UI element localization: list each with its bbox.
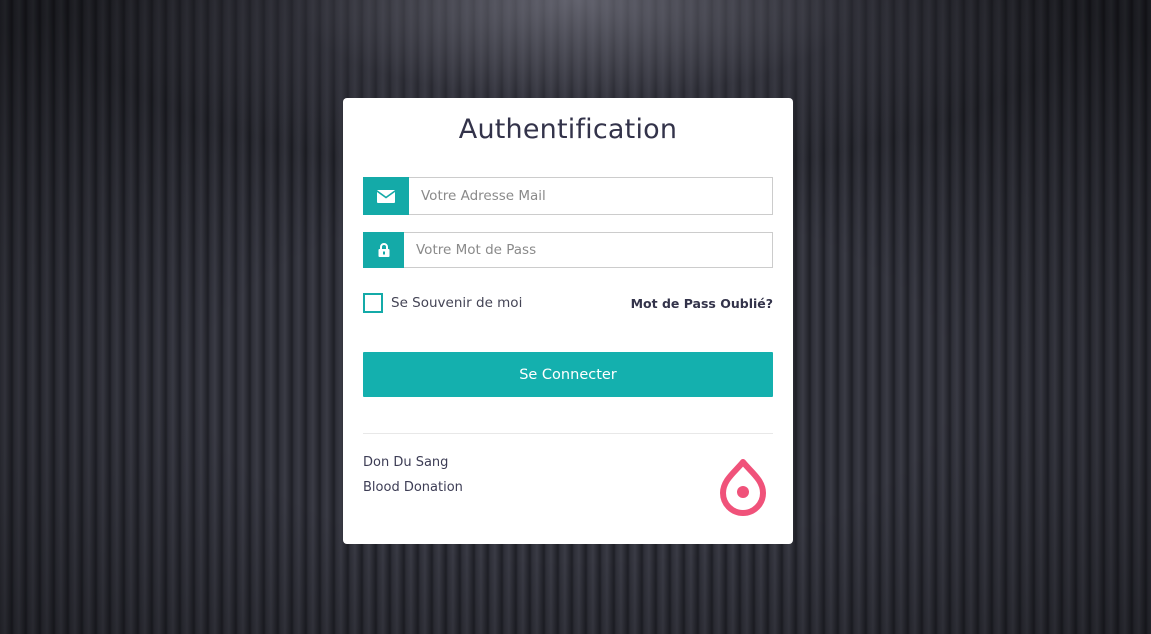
remember-me-checkbox[interactable]	[363, 293, 383, 313]
login-button[interactable]: Se Connecter	[363, 352, 773, 397]
password-input-group	[363, 232, 773, 268]
email-field[interactable]	[409, 177, 773, 215]
lock-icon	[363, 232, 404, 268]
footer-text-english: Blood Donation	[363, 480, 463, 495]
remember-me-label: Se Souvenir de moi	[391, 295, 523, 311]
login-card: Authentification Se Souvenir de moi Mot …	[343, 98, 793, 544]
page-title: Authentification	[458, 114, 678, 145]
blood-drop-icon	[717, 458, 769, 518]
email-input-group	[363, 177, 773, 215]
footer-text-french: Don Du Sang	[363, 455, 449, 470]
forgot-password-link[interactable]: Mot de Pass Oublié?	[631, 296, 773, 311]
password-field[interactable]	[404, 232, 773, 268]
divider	[363, 433, 773, 434]
envelope-icon	[363, 177, 409, 215]
remember-me-toggle[interactable]: Se Souvenir de moi	[363, 293, 522, 313]
